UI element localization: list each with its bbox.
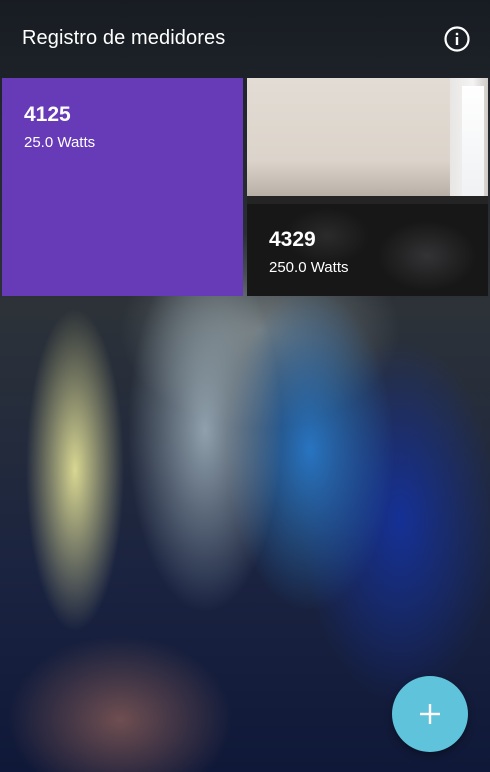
meter-power: 250.0 Watts — [269, 259, 349, 276]
meter-photo-window — [462, 86, 484, 206]
meter-power: 25.0 Watts — [24, 134, 96, 151]
add-meter-button[interactable] — [392, 676, 468, 752]
meter-tile[interactable]: 4329 250.0 Watts — [247, 78, 488, 296]
app-bar: Registro de medidores — [0, 0, 490, 78]
info-icon — [444, 26, 470, 52]
meter-caption: 4329 250.0 Watts — [269, 228, 348, 277]
meter-id: 4125 — [24, 103, 71, 126]
info-button[interactable] — [443, 25, 471, 53]
app-title: Registro de medidores — [22, 27, 226, 49]
meter-grid: 4125 25.0 Watts 4329 250.0 Watts — [0, 78, 490, 298]
meter-id: 4329 — [269, 228, 316, 251]
screen: Registro de medidores 4125 25.0 Watts 43… — [0, 0, 490, 772]
meter-tile[interactable]: 4125 25.0 Watts — [2, 78, 243, 296]
plus-icon — [420, 704, 440, 724]
meter-caption: 4125 25.0 Watts — [24, 103, 95, 152]
